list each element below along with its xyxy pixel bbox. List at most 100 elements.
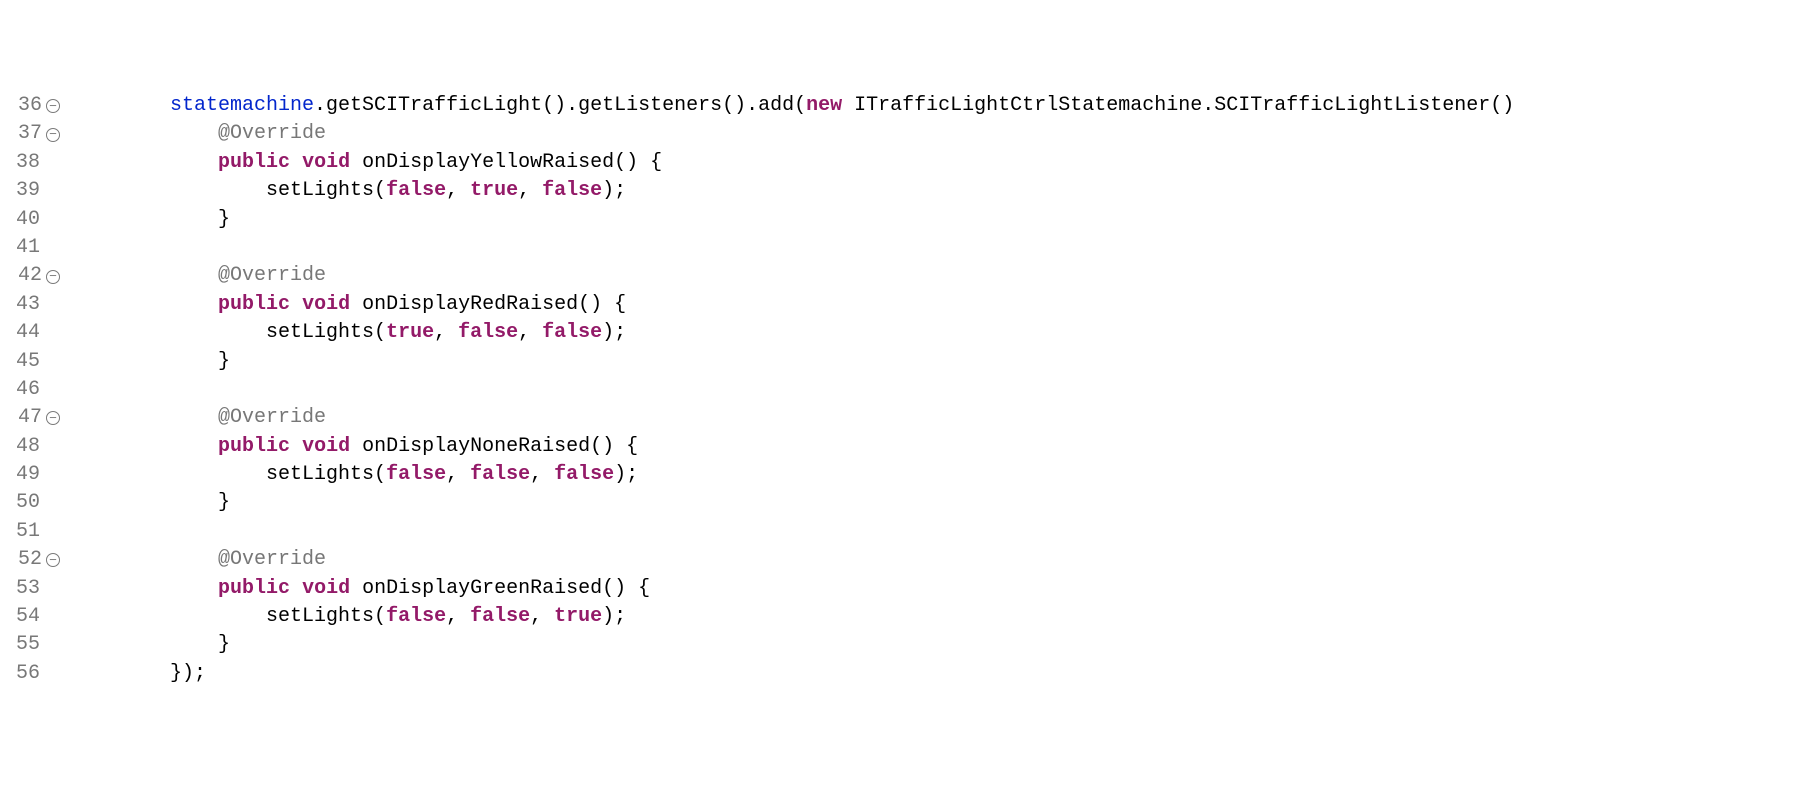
code-token: setLights( (74, 179, 386, 202)
gutter-line: 39 (0, 177, 60, 205)
code-token (290, 577, 302, 600)
code-line[interactable]: statemachine.getSCITrafficLight().getLis… (74, 92, 1514, 120)
code-line[interactable]: setLights(true, false, false); (74, 319, 1514, 347)
code-token: public (218, 435, 290, 458)
code-line[interactable]: @Override (74, 262, 1514, 290)
code-token: , (446, 463, 470, 486)
gutter-line: 36− (0, 92, 60, 120)
code-line[interactable]: } (74, 489, 1514, 517)
code-token (74, 264, 218, 287)
gutter-line: 53 (0, 575, 60, 603)
code-line[interactable]: public void onDisplayYellowRaised() { (74, 149, 1514, 177)
code-token: } (74, 208, 230, 231)
code-line[interactable]: public void onDisplayRedRaised() { (74, 291, 1514, 319)
line-number: 44 (16, 319, 42, 347)
line-number: 52 (18, 546, 44, 574)
code-token: false (386, 605, 446, 628)
code-token: ); (602, 321, 626, 344)
code-line[interactable]: } (74, 631, 1514, 659)
fold-toggle-icon[interactable]: − (46, 99, 60, 113)
code-line[interactable] (74, 376, 1514, 404)
code-token: , (530, 463, 554, 486)
code-token: false (554, 463, 614, 486)
line-number: 53 (16, 575, 42, 603)
fold-toggle-icon[interactable]: − (46, 270, 60, 284)
code-token: ); (602, 179, 626, 202)
line-number: 46 (16, 376, 42, 404)
gutter-line: 49 (0, 461, 60, 489)
line-number: 39 (16, 177, 42, 205)
fold-toggle-icon[interactable]: − (46, 553, 60, 567)
code-line[interactable]: public void onDisplayGreenRaised() { (74, 575, 1514, 603)
gutter-line: 44 (0, 319, 60, 347)
gutter-line: 48 (0, 433, 60, 461)
code-line[interactable]: public void onDisplayNoneRaised() { (74, 433, 1514, 461)
code-token: false (542, 321, 602, 344)
code-token: @Override (218, 264, 326, 287)
code-line[interactable]: @Override (74, 404, 1514, 432)
code-line[interactable]: setLights(false, false, true); (74, 603, 1514, 631)
code-token: @Override (218, 548, 326, 571)
code-line[interactable]: } (74, 206, 1514, 234)
code-token: @Override (218, 406, 326, 429)
code-token: void (302, 293, 350, 316)
code-area[interactable]: statemachine.getSCITrafficLight().getLis… (62, 92, 1514, 688)
code-token: statemachine (170, 94, 314, 117)
code-token: ); (614, 463, 638, 486)
code-line[interactable]: @Override (74, 546, 1514, 574)
code-line[interactable] (74, 234, 1514, 262)
code-token: false (386, 463, 446, 486)
code-token: , (446, 605, 470, 628)
line-number: 38 (16, 149, 42, 177)
code-editor[interactable]: 36−37−3839404142−4344454647−4849505152−5… (0, 92, 1796, 688)
code-line[interactable]: }); (74, 660, 1514, 688)
code-token: true (386, 321, 434, 344)
line-number: 54 (16, 603, 42, 631)
gutter: 36−37−3839404142−4344454647−4849505152−5… (0, 92, 62, 688)
code-line[interactable]: @Override (74, 120, 1514, 148)
gutter-line: 43 (0, 291, 60, 319)
code-token: , (446, 179, 470, 202)
line-number: 43 (16, 291, 42, 319)
code-token: , (530, 605, 554, 628)
line-number: 51 (16, 518, 42, 546)
code-token: } (74, 633, 230, 656)
code-token: setLights( (74, 463, 386, 486)
code-token: onDisplayYellowRaised() { (350, 151, 662, 174)
code-token: setLights( (74, 321, 386, 344)
gutter-line: 51 (0, 518, 60, 546)
code-token: onDisplayNoneRaised() { (350, 435, 638, 458)
line-number: 45 (16, 348, 42, 376)
gutter-line: 42− (0, 262, 60, 290)
code-token: onDisplayRedRaised() { (350, 293, 626, 316)
code-token: false (386, 179, 446, 202)
code-token (74, 577, 218, 600)
code-token: public (218, 151, 290, 174)
code-token: true (554, 605, 602, 628)
code-token: , (518, 321, 542, 344)
gutter-line: 40 (0, 206, 60, 234)
code-token: ITrafficLightCtrlStatemachine.SCITraffic… (842, 94, 1514, 117)
code-line[interactable] (74, 518, 1514, 546)
gutter-line: 50 (0, 489, 60, 517)
code-line[interactable]: setLights(false, false, false); (74, 461, 1514, 489)
code-token: public (218, 293, 290, 316)
line-number: 49 (16, 461, 42, 489)
code-token (74, 151, 218, 174)
gutter-line: 56 (0, 660, 60, 688)
code-line[interactable]: } (74, 348, 1514, 376)
code-token (74, 548, 218, 571)
gutter-line: 45 (0, 348, 60, 376)
fold-toggle-icon[interactable]: − (46, 128, 60, 142)
fold-toggle-icon[interactable]: − (46, 411, 60, 425)
code-token: @Override (218, 122, 326, 145)
line-number: 47 (18, 404, 44, 432)
code-token: } (74, 491, 230, 514)
code-token: }); (74, 662, 206, 685)
code-line[interactable]: setLights(false, true, false); (74, 177, 1514, 205)
code-token (74, 94, 170, 117)
code-token: true (470, 179, 518, 202)
line-number: 50 (16, 489, 42, 517)
code-token (74, 406, 218, 429)
line-number: 40 (16, 206, 42, 234)
